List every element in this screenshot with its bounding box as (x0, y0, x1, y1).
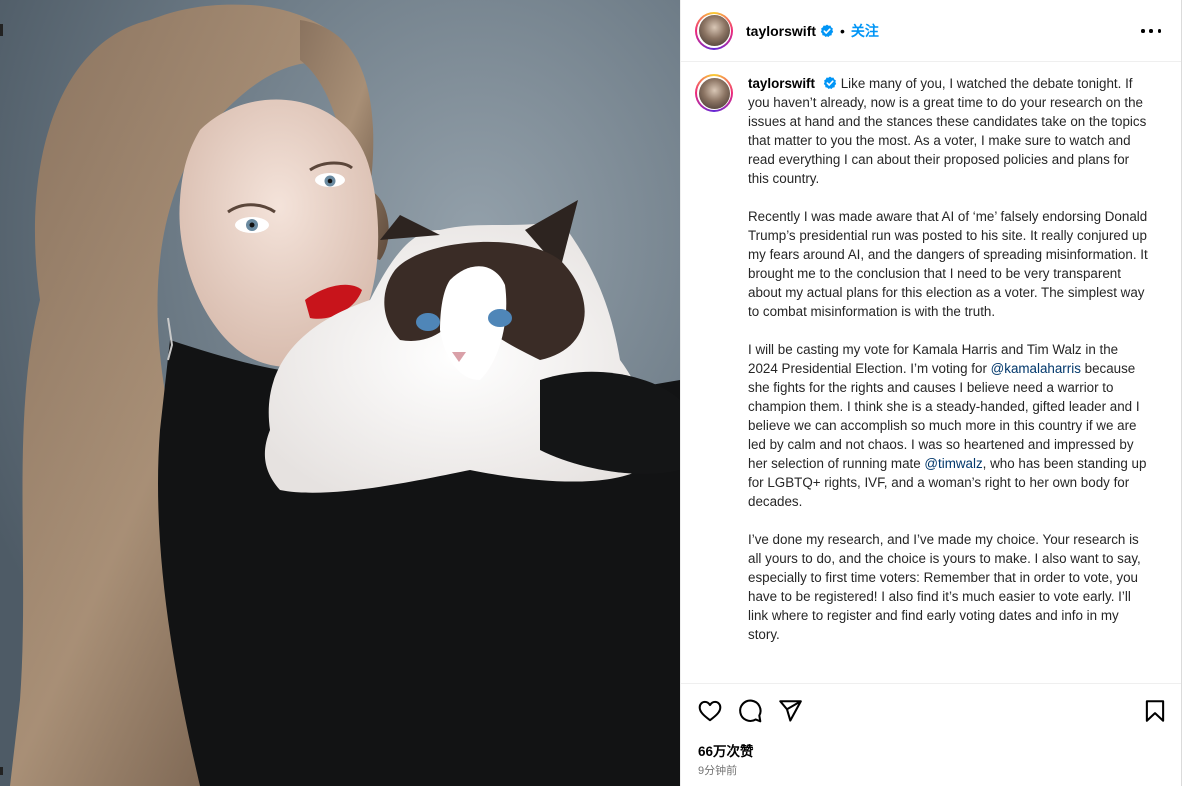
comment-icon[interactable] (737, 698, 763, 724)
caption-paragraph: taylorswift Like many of you, I watched … (748, 74, 1150, 188)
verified-badge-icon (820, 24, 834, 38)
caption-paragraph: Recently I was made aware that AI of ‘me… (748, 209, 1148, 319)
separator-dot: • (840, 22, 845, 39)
share-icon[interactable] (777, 698, 803, 724)
mention-kamalaharris-link[interactable]: @kamalaharris (991, 361, 1081, 376)
post-details-panel: taylorswift • 关注 taylorswift Like many o… (680, 0, 1182, 786)
mention-timwalz-link[interactable]: @timwalz (924, 456, 982, 471)
verified-badge-icon (823, 76, 837, 90)
caption-author-avatar[interactable] (695, 74, 733, 112)
like-count[interactable]: 66万次赞 (698, 740, 754, 760)
more-options-icon[interactable] (1141, 22, 1161, 40)
bookmark-icon[interactable] (1142, 698, 1168, 724)
caption-username[interactable]: taylorswift (748, 76, 815, 91)
caption-text-segment: because she fights for the rights and ca… (748, 361, 1140, 471)
post-photo-illustration (0, 0, 680, 786)
post-header: taylorswift • 关注 (681, 0, 1181, 62)
post-timestamp[interactable]: 9分钟前 (698, 762, 737, 778)
caption-text: taylorswift Like many of you, I watched … (748, 74, 1150, 663)
post-actions-bar: 66万次赞 9分钟前 (681, 684, 1181, 786)
caption-paragraph-1-text: Like many of you, I watched the debate t… (748, 76, 1147, 186)
caption-paragraph: I’ve done my research, and I’ve made my … (748, 532, 1141, 642)
follow-button[interactable]: 关注 (851, 21, 879, 41)
caption-scroll-area[interactable]: taylorswift Like many of you, I watched … (681, 62, 1181, 684)
caption-comment: taylorswift Like many of you, I watched … (695, 74, 1167, 663)
author-username[interactable]: taylorswift (746, 23, 816, 39)
post-image[interactable] (0, 0, 680, 786)
author-avatar[interactable] (695, 11, 733, 50)
caption-paragraph: I will be casting my vote for Kamala Har… (748, 340, 1150, 511)
heart-icon[interactable] (697, 698, 723, 724)
window-edge-marks (0, 0, 6, 786)
